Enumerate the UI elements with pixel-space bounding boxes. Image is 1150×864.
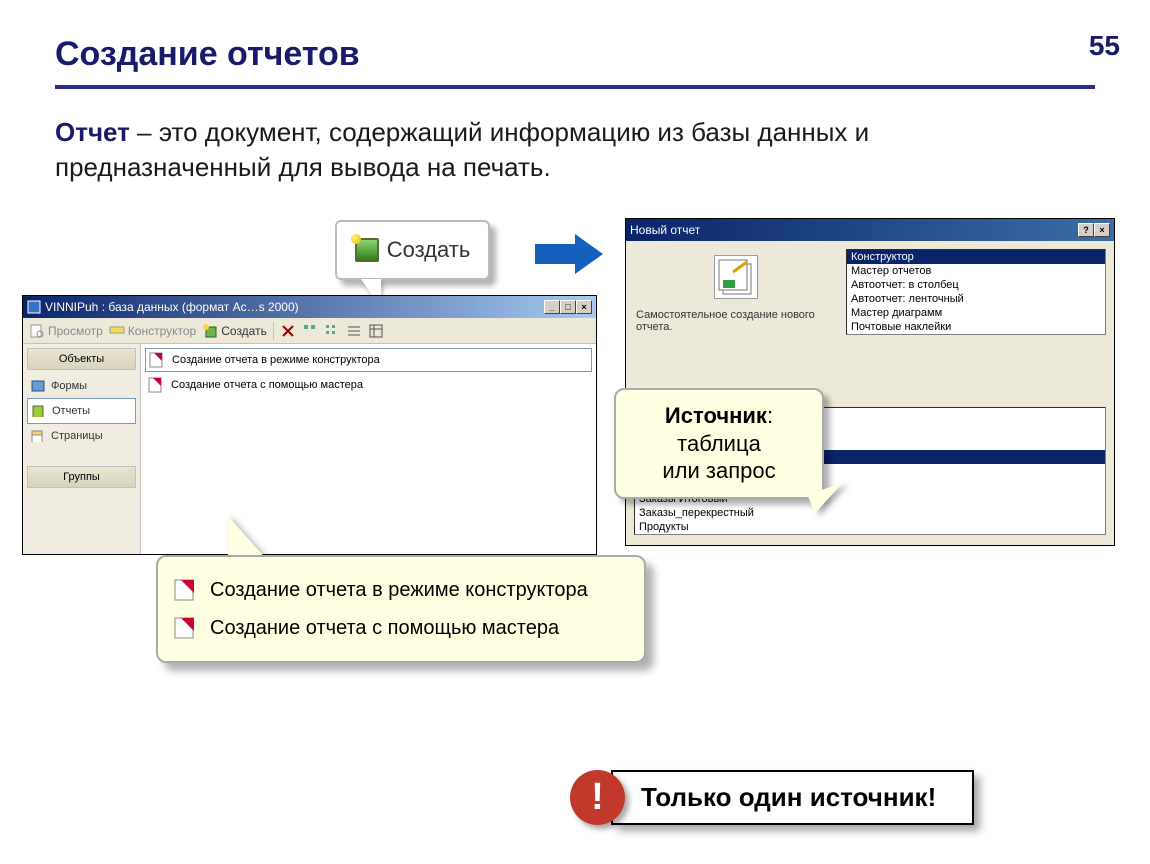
sidebar-item-forms[interactable]: Формы xyxy=(27,374,136,398)
list-item[interactable]: Автоотчет: ленточный xyxy=(847,292,1105,306)
page-number: 55 xyxy=(1089,30,1120,62)
list-item[interactable]: Автоотчет: в столбец xyxy=(847,278,1105,292)
definition-term: Отчет xyxy=(55,117,130,147)
list-item[interactable]: Создание отчета с помощью мастера xyxy=(145,374,592,396)
dialog-titlebar[interactable]: Новый отчет ? × xyxy=(626,219,1114,241)
dialog-description-pane: Самостоятельное создание нового отчета. xyxy=(626,241,846,343)
objects-list: Создание отчета в режиме конструктора Со… xyxy=(141,344,596,554)
forms-icon xyxy=(31,380,45,392)
source-callout-title: Источник xyxy=(665,403,767,428)
list-item[interactable]: Продукты xyxy=(635,520,1105,534)
page-title: Создание отчетов xyxy=(55,35,360,74)
list-item[interactable]: Создание отчета в режиме конструктора xyxy=(145,348,592,372)
titlebar-caption: VINNIPuh : база данных (формат Ac…s 2000… xyxy=(27,300,299,314)
tool-delete[interactable] xyxy=(280,323,296,339)
database-window: VINNIPuh : база данных (формат Ac…s 2000… xyxy=(22,295,597,555)
create-button[interactable]: Создать xyxy=(202,323,267,339)
small-icons-icon xyxy=(324,323,340,339)
window-title: VINNIPuh : база данных (формат Ac…s 2000… xyxy=(45,300,299,314)
new-object-icon xyxy=(355,238,379,262)
app-icon xyxy=(27,300,41,314)
design-button[interactable]: Конструктор xyxy=(109,323,196,339)
create-callout: Создать xyxy=(335,220,490,280)
warning-banner: ! Только один источник! xyxy=(570,770,974,825)
dialog-description: Самостоятельное создание нового отчета. xyxy=(636,309,836,333)
list-item[interactable]: Мастер отчетов xyxy=(847,264,1105,278)
option-label: Создание отчета с помощью мастера xyxy=(210,617,559,640)
pages-icon xyxy=(31,430,45,442)
definition-text: Отчет – это документ, содержащий информа… xyxy=(55,115,1075,185)
toolbar-separator xyxy=(273,322,274,340)
access-toolbar: Просмотр Конструктор Создать xyxy=(23,318,596,344)
source-callout-line2: таблица xyxy=(677,431,761,456)
arrow-icon xyxy=(535,232,605,276)
wizard-icon xyxy=(172,615,198,641)
report-illustration-icon xyxy=(714,255,758,299)
sidebar-item-reports[interactable]: Отчеты xyxy=(27,398,136,424)
groups-header[interactable]: Группы xyxy=(27,466,136,488)
source-callout-line3: или запрос xyxy=(662,458,775,483)
report-modes-list[interactable]: Конструктор Мастер отчетов Автоотчет: в … xyxy=(846,249,1106,335)
minimize-button[interactable]: _ xyxy=(544,300,560,314)
list-item[interactable]: Заказы_перекрестный xyxy=(635,506,1105,520)
create-callout-label: Создать xyxy=(387,237,471,263)
list-item[interactable]: Мастер диаграмм xyxy=(847,306,1105,320)
source-callout: Источник: таблица или запрос xyxy=(614,388,824,499)
ruler-icon xyxy=(109,323,125,339)
objects-sidebar: Объекты Формы Отчеты Страницы Группы xyxy=(23,344,141,554)
new-icon xyxy=(202,323,218,339)
objects-header[interactable]: Объекты xyxy=(27,348,136,370)
view-small-icons[interactable] xyxy=(324,323,340,339)
list-item[interactable]: Конструктор xyxy=(847,250,1105,264)
title-underline xyxy=(55,85,1095,89)
warning-icon: ! xyxy=(570,770,625,825)
preview-button[interactable]: Просмотр xyxy=(29,323,103,339)
option-row: Создание отчета в режиме конструктора xyxy=(172,571,630,609)
help-button[interactable]: ? xyxy=(1078,223,1094,237)
reports-icon xyxy=(32,405,46,417)
definition-body: – это документ, содержащий информацию из… xyxy=(55,117,869,182)
details-icon xyxy=(368,323,384,339)
option-label: Создание отчета в режиме конструктора xyxy=(210,579,588,602)
window-controls: _ □ × xyxy=(544,300,592,314)
wizard-icon xyxy=(172,577,198,603)
preview-icon xyxy=(29,323,45,339)
option-row: Создание отчета с помощью мастера xyxy=(172,609,630,647)
list-item[interactable]: Почтовые наклейки xyxy=(847,320,1105,334)
wizard-icon xyxy=(148,351,166,369)
options-callout: Создание отчета в режиме конструктора Со… xyxy=(156,555,646,663)
large-icons-icon xyxy=(302,323,318,339)
wizard-icon xyxy=(147,376,165,394)
view-details[interactable] xyxy=(368,323,384,339)
dialog-title: Новый отчет xyxy=(630,223,700,237)
close-button[interactable]: × xyxy=(1094,223,1110,237)
titlebar[interactable]: VINNIPuh : база данных (формат Ac…s 2000… xyxy=(23,296,596,318)
sidebar-item-pages[interactable]: Страницы xyxy=(27,424,136,448)
view-large-icons[interactable] xyxy=(302,323,318,339)
view-list[interactable] xyxy=(346,323,362,339)
list-icon xyxy=(346,323,362,339)
delete-icon xyxy=(280,323,296,339)
maximize-button[interactable]: □ xyxy=(560,300,576,314)
close-button[interactable]: × xyxy=(576,300,592,314)
warning-text: Только один источник! xyxy=(611,770,974,825)
